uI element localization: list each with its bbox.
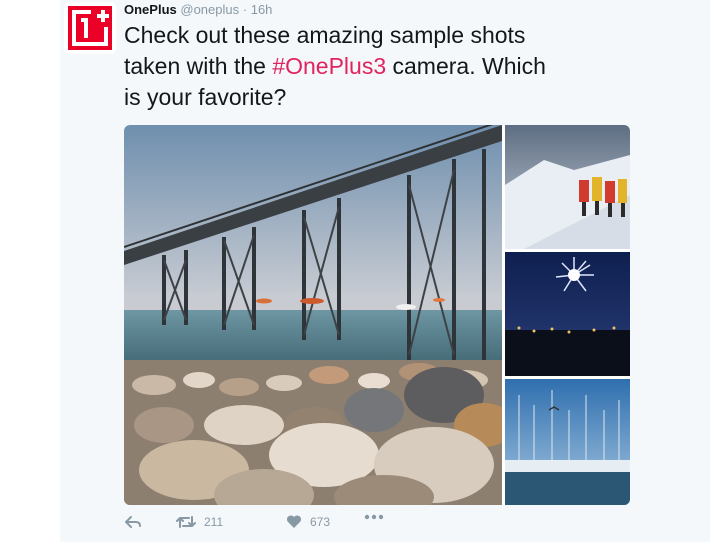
reply-action[interactable]	[124, 514, 142, 530]
like-action[interactable]: 673	[286, 514, 330, 529]
photo-marina[interactable]	[505, 379, 630, 505]
user-handle[interactable]: @oneplus	[180, 2, 239, 17]
timestamp[interactable]: 16h	[251, 2, 273, 17]
like-count: 673	[310, 514, 331, 529]
photo-fireworks[interactable]	[505, 252, 630, 376]
photo-pier-on-beach[interactable]	[124, 125, 514, 505]
media-grid-svg	[124, 125, 630, 505]
photo-climbers-on-mountain[interactable]	[505, 125, 630, 249]
tweet-actions: 211 673	[124, 514, 424, 534]
more-icon	[364, 514, 384, 520]
display-name[interactable]: OnePlus	[124, 2, 177, 17]
tweet-text-line: taken with the #OnePlus3 camera. Which	[124, 51, 624, 82]
hashtag-link[interactable]: #OnePlus3	[272, 53, 386, 79]
reply-icon	[125, 516, 141, 528]
tweet-text-fragment: camera. Which	[386, 53, 546, 79]
media-grid	[124, 125, 630, 505]
retweet-count: 211	[204, 515, 224, 529]
retweet-action[interactable]: 211	[176, 514, 223, 530]
tweet-text-fragment: taken with the	[124, 53, 273, 79]
retweet-icon	[176, 516, 196, 528]
avatar[interactable]	[64, 2, 116, 54]
tweet-header: OnePlus @oneplus · 16h	[124, 2, 272, 18]
tweet-text-line: Check out these amazing sample shots	[124, 22, 526, 48]
oneplus-logo-icon	[68, 6, 112, 50]
separator-dot: ·	[242, 2, 248, 17]
tweet-text: Check out these amazing sample shots tak…	[124, 20, 624, 113]
tweet-text-line: is your favorite?	[124, 84, 287, 110]
heart-icon	[286, 515, 302, 528]
more-action[interactable]	[364, 514, 384, 520]
